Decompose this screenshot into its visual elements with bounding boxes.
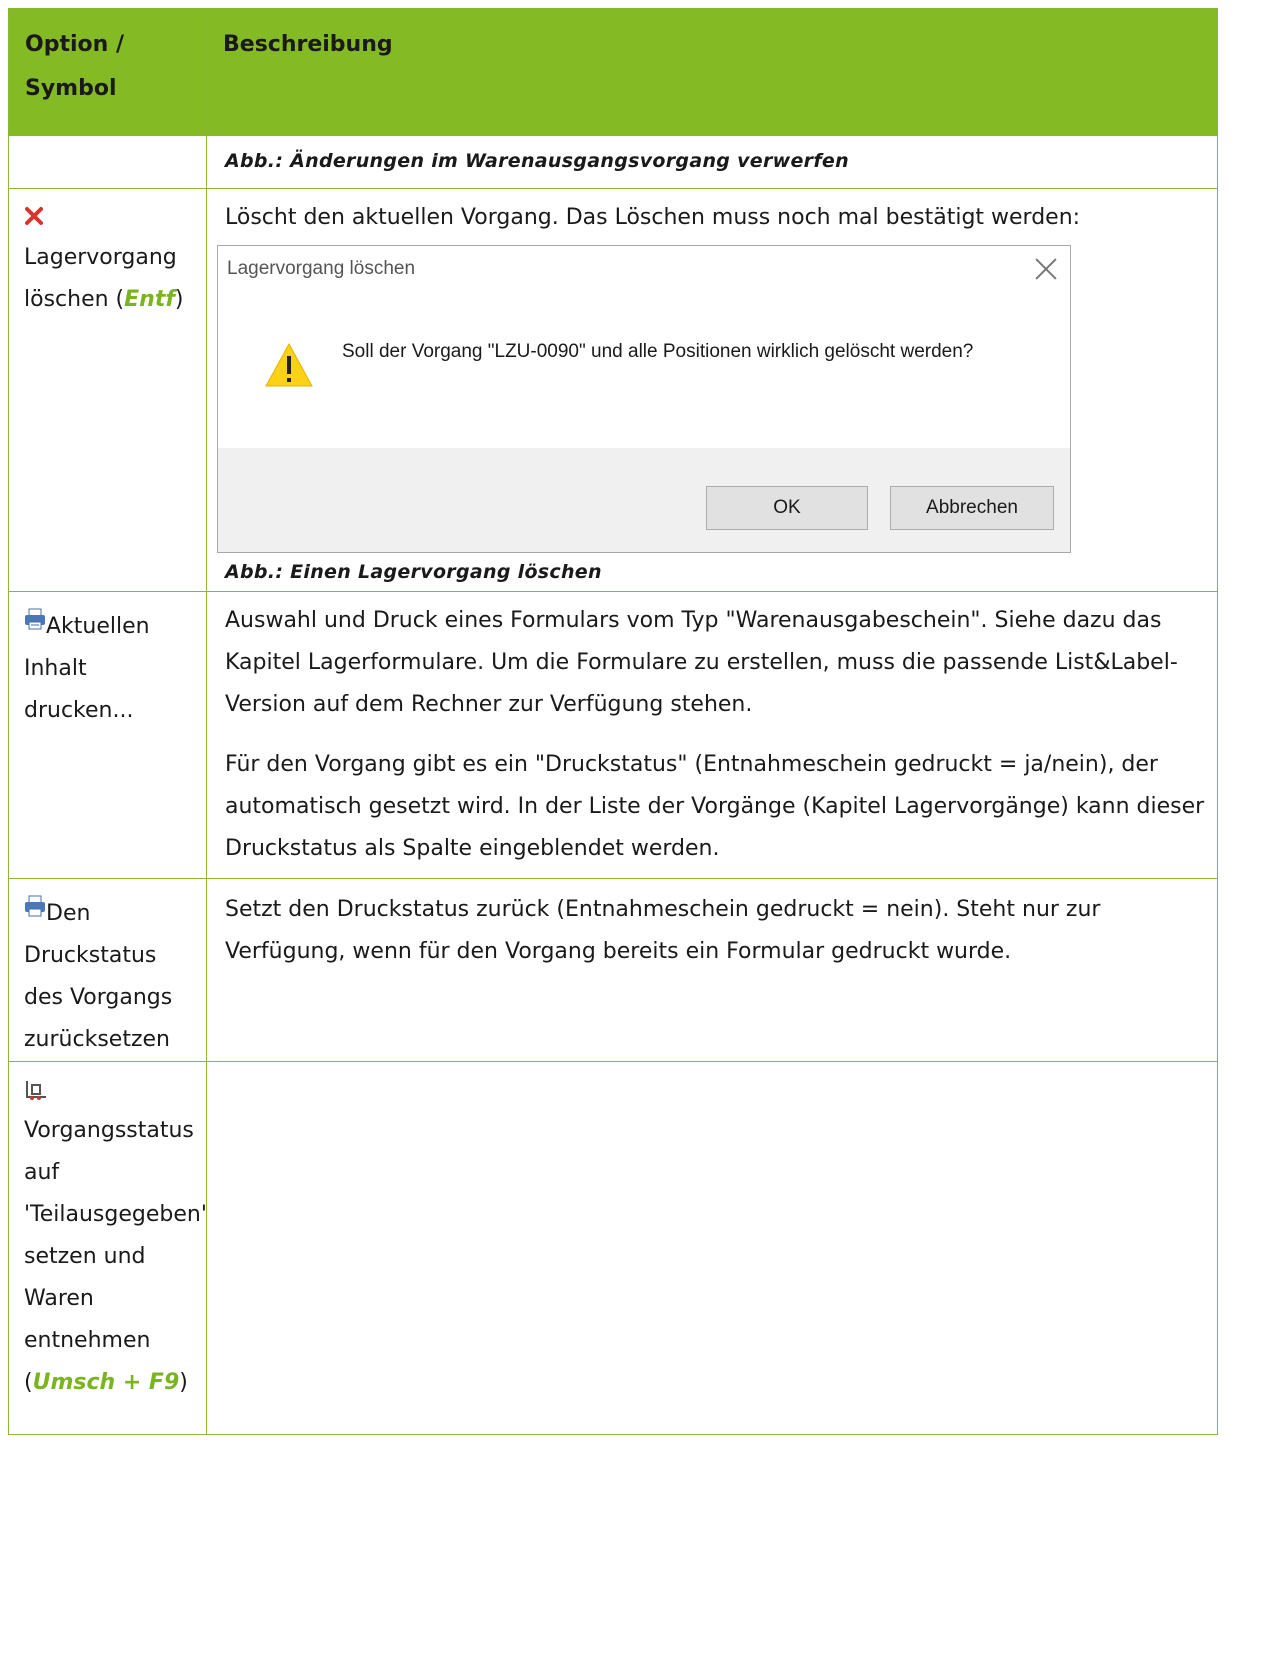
table-row-print: Aktuellen Inhalt drucken... Auswahl und … — [8, 591, 1218, 879]
description-text: Löscht den aktuellen Vorgang. Das Lösche… — [225, 205, 1081, 230]
option-label: Vorgangsstatus auf 'Teilausgegeben' setz… — [24, 1118, 207, 1395]
description-cell — [206, 1061, 1218, 1435]
header-row: Option / Symbol Beschreibung — [8, 8, 1218, 136]
dialog-body: Soll der Vorgang "LZU-0090" und alle Pos… — [218, 292, 1070, 448]
table-row-discard: Abb.: Änderungen im Warenausgangsvorgang… — [8, 135, 1218, 189]
option-cell: Lagervorgang löschen (Entf) — [8, 188, 207, 592]
hotkey: Umsch + F9 — [32, 1370, 180, 1395]
red-x-delete-icon[interactable] — [24, 199, 44, 241]
header-col-description: Beschreibung — [206, 8, 1218, 136]
description-text-2: Für den Vorgang gibt es ein "Druckstatus… — [225, 752, 1205, 861]
option-cell: Aktuellen Inhalt drucken... — [8, 591, 207, 879]
cancel-button[interactable]: Abbrechen — [890, 486, 1054, 530]
figure-caption: Abb.: Änderungen im Warenausgangsvorgang… — [225, 150, 849, 172]
table-row-partial: Vorgangsstatus auf 'Teilausgegeben' setz… — [8, 1061, 1218, 1435]
header-col-option: Option / Symbol — [8, 8, 207, 136]
table-row-delete: Lagervorgang löschen (Entf) Löscht den a… — [8, 188, 1218, 592]
option-cell — [8, 135, 207, 189]
dialog-message: Soll der Vorgang "LZU-0090" und alle Pos… — [342, 341, 974, 362]
table-row-reset: Den Druckstatus des Vorgangs zurücksetze… — [8, 878, 1218, 1062]
ok-button[interactable]: OK — [706, 486, 868, 530]
option-cell: Vorgangsstatus auf 'Teilausgegeben' setz… — [8, 1061, 207, 1435]
description-text: Auswahl und Druck eines Formulars vom Ty… — [225, 608, 1178, 717]
printer-reset-icon[interactable] — [24, 890, 46, 932]
option-cell: Den Druckstatus des Vorgangs zurücksetze… — [8, 878, 207, 1062]
description-cell: Setzt den Druckstatus zurück (Entnahmesc… — [206, 878, 1218, 1062]
description-cell: Abb.: Änderungen im Warenausgangsvorgang… — [206, 135, 1218, 189]
options-table: Option / Symbol Beschreibung Abb.: Änder… — [8, 8, 1218, 1435]
warning-triangle-icon — [264, 342, 314, 402]
description-cell: Auswahl und Druck eines Formulars vom Ty… — [206, 591, 1218, 879]
figure-caption: Abb.: Einen Lagervorgang löschen — [225, 561, 602, 583]
dialog-footer: OK Abbrechen — [218, 448, 1070, 552]
printer-icon[interactable] — [24, 603, 46, 645]
hotkey: Entf — [124, 287, 175, 312]
option-label: Den Druckstatus des Vorgangs zurücksetze… — [24, 901, 173, 1052]
option-label: Lagervorgang löschen (Entf) — [24, 245, 184, 312]
close-icon[interactable] — [1034, 257, 1058, 281]
delete-confirm-dialog: Lagervorgang löschen Soll der Vorgang "L… — [217, 245, 1071, 553]
dialog-title: Lagervorgang löschen — [227, 258, 416, 279]
description-cell: Löscht den aktuellen Vorgang. Das Lösche… — [206, 188, 1218, 592]
dialog-titlebar: Lagervorgang löschen — [218, 246, 1070, 292]
description-text: Setzt den Druckstatus zurück (Entnahmesc… — [225, 897, 1101, 964]
